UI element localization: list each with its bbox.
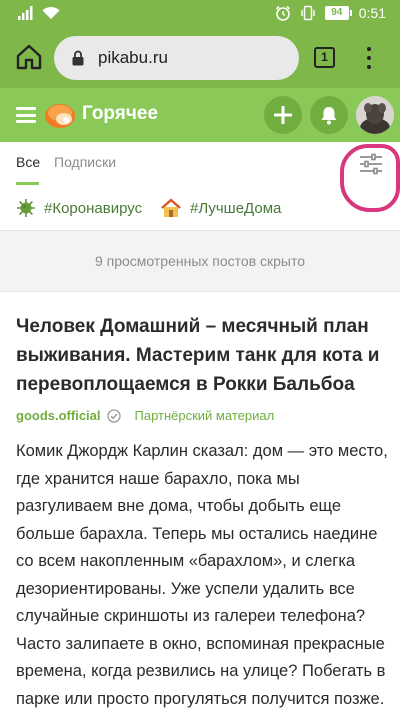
home-icon[interactable] [14,42,44,72]
tab-all[interactable]: Все [16,154,40,170]
signal-icon [18,6,33,20]
verified-icon [106,408,121,423]
status-bar: 94 0:51 [0,0,400,28]
bell-icon [321,107,337,125]
dot-icon [367,56,371,60]
battery-indicator: 94 [324,6,352,20]
tab-switcher-button[interactable]: 1 [314,47,335,68]
dot-icon [367,47,371,51]
tag-coronavirus[interactable]: #Коронавирус [16,198,142,218]
hidden-posts-text: 9 просмотренных постов скрыто [94,253,306,269]
browser-toolbar: pikabu.ru 1 [0,28,400,88]
post-author[interactable]: goods.official [16,408,101,423]
status-left [18,6,60,20]
tag-label: #Коронавирус [44,199,143,217]
page-title[interactable]: Горячее [82,103,158,125]
alarm-icon [275,5,290,21]
lock-icon [72,50,84,66]
tab-subscriptions[interactable]: Подписки [54,154,116,170]
post-title[interactable]: Человек Домашний – месячный план выживан… [16,312,392,399]
plus-icon [274,106,292,124]
url-text: pikabu.ru [98,48,168,67]
dot-icon [367,65,371,69]
active-tab-indicator [16,182,39,185]
address-bar[interactable]: pikabu.ru [54,36,299,80]
post-card: Человек Домашний – месячный план выживан… [0,292,400,711]
notifications-button[interactable] [310,96,348,134]
site-header: Горячее [0,88,400,142]
avatar[interactable] [356,96,394,134]
add-post-button[interactable] [264,96,302,134]
post-meta: goods.official Партнёрский материал [16,408,274,423]
virus-icon [17,199,35,217]
tag-better-at-home[interactable]: #ЛучшеДома [160,198,281,218]
clock: 0:51 [358,5,386,21]
pikabu-logo-icon[interactable] [44,99,76,131]
hamburger-menu-icon[interactable] [16,107,36,123]
vibrate-icon [301,5,315,21]
partner-label[interactable]: Партнёрский материал [135,408,275,423]
highlight-ring [340,144,400,212]
status-right: 94 0:51 [275,5,386,21]
tag-label: #ЛучшеДома [190,199,282,217]
house-icon [161,198,181,217]
tags-row: #Коронавирус #ЛучшеДома [0,190,400,228]
hidden-posts-notice[interactable]: 9 просмотренных постов скрыто [0,230,400,292]
wifi-icon [42,6,60,19]
post-body: Комик Джордж Карлин сказал: дом — это ме… [16,442,388,708]
avatar-image [356,96,394,134]
browser-menu-button[interactable] [362,44,376,72]
